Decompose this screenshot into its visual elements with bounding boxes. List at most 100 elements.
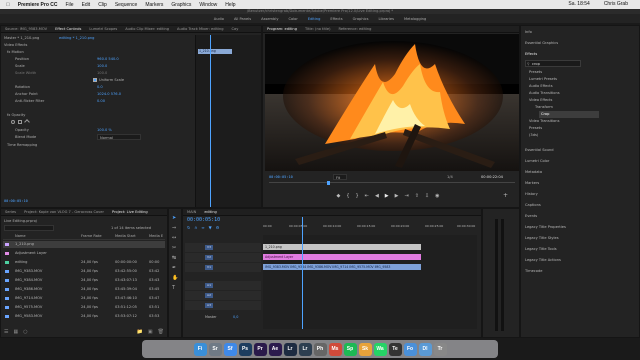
zoom-slider-icon[interactable]: ○ — [23, 329, 27, 336]
tab-title[interactable]: Title: (no title) — [305, 27, 331, 31]
add-marker-icon[interactable]: ▼ — [209, 225, 212, 230]
lumetri-color-tab[interactable]: Lumetri Color — [525, 158, 549, 165]
type-tool-icon[interactable]: T — [172, 285, 178, 291]
razor-tool-icon[interactable]: ✂ — [172, 245, 178, 251]
essential-sound-tab[interactable]: Essential Sound — [525, 147, 554, 154]
dock-app-icon[interactable]: Dl — [418, 342, 432, 356]
col-media-end[interactable]: Media E — [149, 233, 163, 240]
clock[interactable]: Sa. 18:54 — [568, 1, 589, 7]
tree-audio-transitions[interactable]: Audio Transitions — [529, 90, 560, 97]
apple-menu-icon[interactable]:  — [6, 2, 10, 8]
workspace-metalogging[interactable]: Metalogging — [404, 17, 426, 21]
label-color-swatch[interactable] — [5, 261, 9, 264]
export-frame-icon[interactable]: ◉ — [435, 193, 439, 199]
new-bin-icon[interactable]: 📁 — [137, 329, 143, 336]
list-view-icon[interactable]: ☰ — [4, 329, 8, 336]
col-media-start[interactable]: Media Start — [115, 233, 136, 240]
workspace-all-panels[interactable]: All Panels — [234, 17, 251, 21]
project-item-row[interactable]: 1_210.png — [3, 241, 165, 248]
extract-icon[interactable]: ⇩ — [425, 193, 429, 199]
tab-program[interactable]: Program: editing — [267, 27, 297, 31]
col-frame-rate[interactable]: Frame Rate — [81, 233, 102, 240]
tab-reference[interactable]: Reference: editing — [339, 27, 372, 31]
project-item-row[interactable]: editing 24,00 fps 00:00:00:00 00:00 — [3, 259, 165, 266]
master-track-value[interactable]: 0,0 — [233, 315, 238, 319]
dock-app-icon[interactable]: Lr — [283, 342, 297, 356]
info-tab[interactable]: Info — [525, 29, 532, 36]
tree-audio-effects[interactable]: Audio Effects — [529, 83, 553, 90]
timeline-timecode[interactable]: 00:00:05:10 — [187, 217, 220, 223]
workspace-libraries[interactable]: Libraries — [378, 17, 394, 21]
menu-clip[interactable]: Clip — [98, 2, 107, 8]
legacy-title-tools-tab[interactable]: Legacy Title Tools — [525, 246, 557, 253]
menu-app-name[interactable]: Premiere Pro CC — [18, 2, 58, 8]
track-v3-label[interactable]: V3 — [205, 245, 213, 250]
track-a3-label[interactable]: A3 — [205, 303, 213, 308]
dock-app-icon[interactable]: Lr — [298, 342, 312, 356]
scale-value[interactable]: 100.0 — [97, 63, 107, 69]
menu-graphics[interactable]: Graphics — [171, 2, 191, 8]
label-color-swatch[interactable] — [5, 297, 9, 300]
opacity-effect[interactable]: fx Opacity — [7, 112, 25, 118]
ripple-edit-icon[interactable]: ↔ — [172, 235, 178, 241]
effects-tab[interactable]: Effects — [525, 51, 537, 58]
label-color-swatch[interactable] — [5, 306, 9, 309]
events-tab[interactable]: Events — [525, 213, 537, 220]
linked-icon[interactable]: ∞ — [201, 225, 204, 230]
marker-icon[interactable]: ◆ — [337, 193, 341, 199]
mini-timeline[interactable]: 1_210.png — [195, 35, 261, 207]
video-frame[interactable] — [265, 34, 519, 171]
tab-editing-sequence[interactable]: editing — [204, 210, 216, 214]
workspace-editing[interactable]: Editing — [308, 17, 321, 21]
motion-effect[interactable]: fx Motion — [7, 49, 24, 55]
history-tab[interactable]: History — [525, 191, 538, 198]
lift-icon[interactable]: ⇧ — [415, 193, 419, 199]
dock-app-icon[interactable]: Ps — [238, 342, 252, 356]
tab-cay[interactable]: Cay — [232, 27, 239, 31]
timeline-ruler[interactable]: 00:00 00:00:05:00 00:00:10:00 00:00:15:0… — [263, 218, 477, 228]
project-item-row[interactable]: IMG_9386.MOV 24,00 fps 03:45:39:04 03:45 — [3, 286, 165, 293]
hand-tool-icon[interactable]: ✋ — [172, 275, 178, 281]
nest-icon[interactable]: ↻ — [187, 225, 190, 230]
tree-presets[interactable]: Presets — [529, 69, 542, 76]
step-back-icon[interactable]: ◀ — [375, 193, 379, 199]
tree-3ds[interactable]: (3ds) — [529, 132, 538, 139]
menu-file[interactable]: File — [66, 2, 74, 8]
col-name[interactable]: Name — [15, 233, 26, 240]
project-item-row[interactable]: IMG_9383.MOV 24,00 fps 03:42:55:00 03:42 — [3, 268, 165, 275]
dock-app-icon[interactable]: Pr — [253, 342, 267, 356]
program-playhead[interactable] — [327, 181, 330, 185]
dock-app-icon[interactable]: Ph — [313, 342, 327, 356]
dock-app-icon[interactable]: Sk — [358, 342, 372, 356]
anti-flicker-value[interactable]: 0.00 — [97, 98, 105, 104]
clip-adjustment-layer[interactable]: Adjustment Layer — [263, 254, 421, 260]
go-to-out-icon[interactable]: ⇥ — [405, 193, 409, 199]
tab-series[interactable]: Series — [5, 210, 16, 214]
fit-dropdown[interactable]: Fit — [333, 174, 347, 180]
playback-resolution[interactable]: 1/4 — [447, 174, 453, 180]
project-item-row[interactable]: IMG_9583.MOV 24,00 fps 03:53:07:12 03:53 — [3, 313, 165, 320]
effects-search-input[interactable]: ⚲ crop — [525, 60, 581, 67]
master-clip-label[interactable]: Master * 1_210.png — [4, 35, 39, 41]
rectangle-mask-icon[interactable] — [18, 120, 22, 124]
timeline-tracks[interactable]: 1_210.png Adjustment Layer IMG_9383.MOV … — [263, 217, 477, 329]
track-v1-label[interactable]: V1 — [205, 265, 213, 270]
tree-transform[interactable]: Transform — [535, 104, 553, 111]
icon-view-icon[interactable]: ▦ — [13, 329, 18, 336]
mark-in-icon[interactable]: { — [346, 193, 349, 199]
workspace-effects[interactable]: Effects — [330, 17, 342, 21]
uniform-scale-checkbox[interactable] — [93, 78, 97, 82]
label-color-swatch[interactable] — [5, 315, 9, 318]
dock-app-icon[interactable]: Tr — [433, 342, 447, 356]
legacy-title-properties-tab[interactable]: Legacy Title Properties — [525, 224, 566, 231]
tab-project-vlog[interactable]: Project: Kopie von VLOG 7 - Gerocross Co… — [24, 210, 104, 214]
menu-edit[interactable]: Edit — [82, 2, 91, 8]
program-scrubber[interactable] — [269, 181, 515, 185]
tree-presets-2[interactable]: Presets — [529, 125, 542, 132]
tab-lumetri-scopes[interactable]: Lumetri Scopes — [89, 27, 117, 31]
go-to-in-icon[interactable]: ⇤ — [365, 193, 369, 199]
play-icon[interactable]: ▶ — [385, 193, 389, 199]
dock-app-icon[interactable]: Ms — [328, 342, 342, 356]
label-color-swatch[interactable] — [5, 243, 9, 246]
track-a2-label[interactable]: A2 — [205, 293, 213, 298]
